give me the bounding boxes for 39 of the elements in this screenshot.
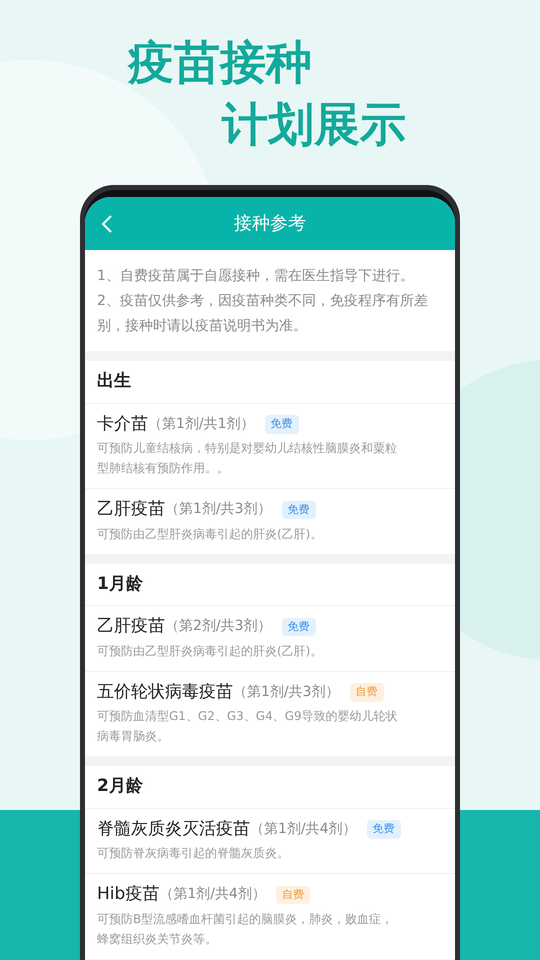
vaccine-name: Hib疫苗 xyxy=(97,883,160,906)
dose-text: （第1剂/共4剂） xyxy=(159,885,266,904)
headline: 计划展示 xyxy=(222,96,406,152)
vaccine-item[interactable]: 卡介苗（第1剂/共1剂） 免费 可预防儿童结核病，特别是对婴幼儿结核性脑膜炎和粟粒型肺结核有预防作用。。 xyxy=(85,402,455,488)
fee-tag: 免费 xyxy=(264,415,299,434)
vaccine-description: 可预防B型流感嗜血杆菌引起的脑膜炎，肺炎，败血症，蜂窝组织炎关节炎等。 xyxy=(97,910,394,948)
dose-text: （第1剂/共1剂） xyxy=(148,414,255,434)
fee-tag: 自费 xyxy=(350,683,384,702)
vaccine-name: 卡介苗 xyxy=(97,412,148,436)
section-title: 2月龄 xyxy=(96,775,144,798)
vaccine-item[interactable]: 乙肝疫苗（第1剂/共3剂） 免费 可预防由乙型肝炎病毒引起的肝炎(乙肝)。 xyxy=(85,488,455,554)
vaccine-description: 可预防儿童结核病，特别是对婴幼儿结核性脑膜炎和粟粒型肺结核有预防作用。。 xyxy=(97,440,398,477)
back-icon xyxy=(101,214,113,234)
vaccine-description: 可预防由乙型肝炎病毒引起的肝炎(乙肝)。 xyxy=(97,642,324,660)
fee-tag: 免费 xyxy=(366,820,401,838)
vaccine-description: 可预防由乙型肝炎病毒引起的肝炎(乙肝)。 xyxy=(97,526,324,542)
page-title: 接种参考 xyxy=(234,212,306,236)
vaccine-item[interactable]: Hib疫苗（第1剂/共4剂） 自费 可预防B型流感嗜血杆菌引起的脑膜炎，肺炎，败血症，蜂窝组织炎关节炎等。 xyxy=(85,873,455,958)
vaccine-item[interactable]: 五价轮状病毒疫苗（第1剂/共3剂） 自费 可预防血清型G1、G2、G3、G4、G9导致的婴幼儿轮状病毒胃肠炎。 xyxy=(85,670,455,756)
dose-text: （第1剂/共4剂） xyxy=(250,820,357,839)
headline: 疫苗接种 xyxy=(128,34,312,90)
dose-text: （第2剂/共3剂） xyxy=(165,617,272,636)
dose-text: （第1剂/共3剂） xyxy=(165,500,272,520)
vaccine-description: 可预防脊灰病毒引起的脊髓灰质炎。 xyxy=(97,845,290,862)
vaccine-item[interactable]: 脊髓灰质炎灭活疫苗（第1剂/共4剂） 免费 可预防脊灰病毒引起的脊髓灰质炎。 xyxy=(85,808,455,873)
vaccine-item[interactable]: 乙肝疫苗（第2剂/共3剂） 免费 可预防由乙型肝炎病毒引起的肝炎(乙肝)。 xyxy=(85,605,455,670)
dose-text: （第1剂/共3剂） xyxy=(233,682,340,702)
fee-tag: 免费 xyxy=(282,500,316,519)
notice-text: 2、疫苗仅供参考，因疫苗种类不同，免疫程序有所差别，接种时请以疫苗说明书为准。 xyxy=(97,292,429,336)
fee-tag: 免费 xyxy=(282,618,316,636)
notice-text: 1、自费疫苗属于自愿接种，需在医生指导下进行。 xyxy=(97,267,415,286)
vaccine-name: 乙肝疫苗 xyxy=(97,498,165,521)
vaccine-name: 脊髓灰质炎灭活疫苗 xyxy=(97,818,250,840)
fee-tag: 自费 xyxy=(276,886,310,904)
section-title: 1月龄 xyxy=(96,572,144,596)
vaccine-description: 可预防血清型G1、G2、G3、G4、G9导致的婴幼儿轮状病毒胃肠炎。 xyxy=(97,708,399,745)
vaccine-name: 五价轮状病毒疫苗 xyxy=(97,680,233,704)
section-title: 出生 xyxy=(96,370,132,393)
vaccine-name: 乙肝疫苗 xyxy=(97,615,165,638)
